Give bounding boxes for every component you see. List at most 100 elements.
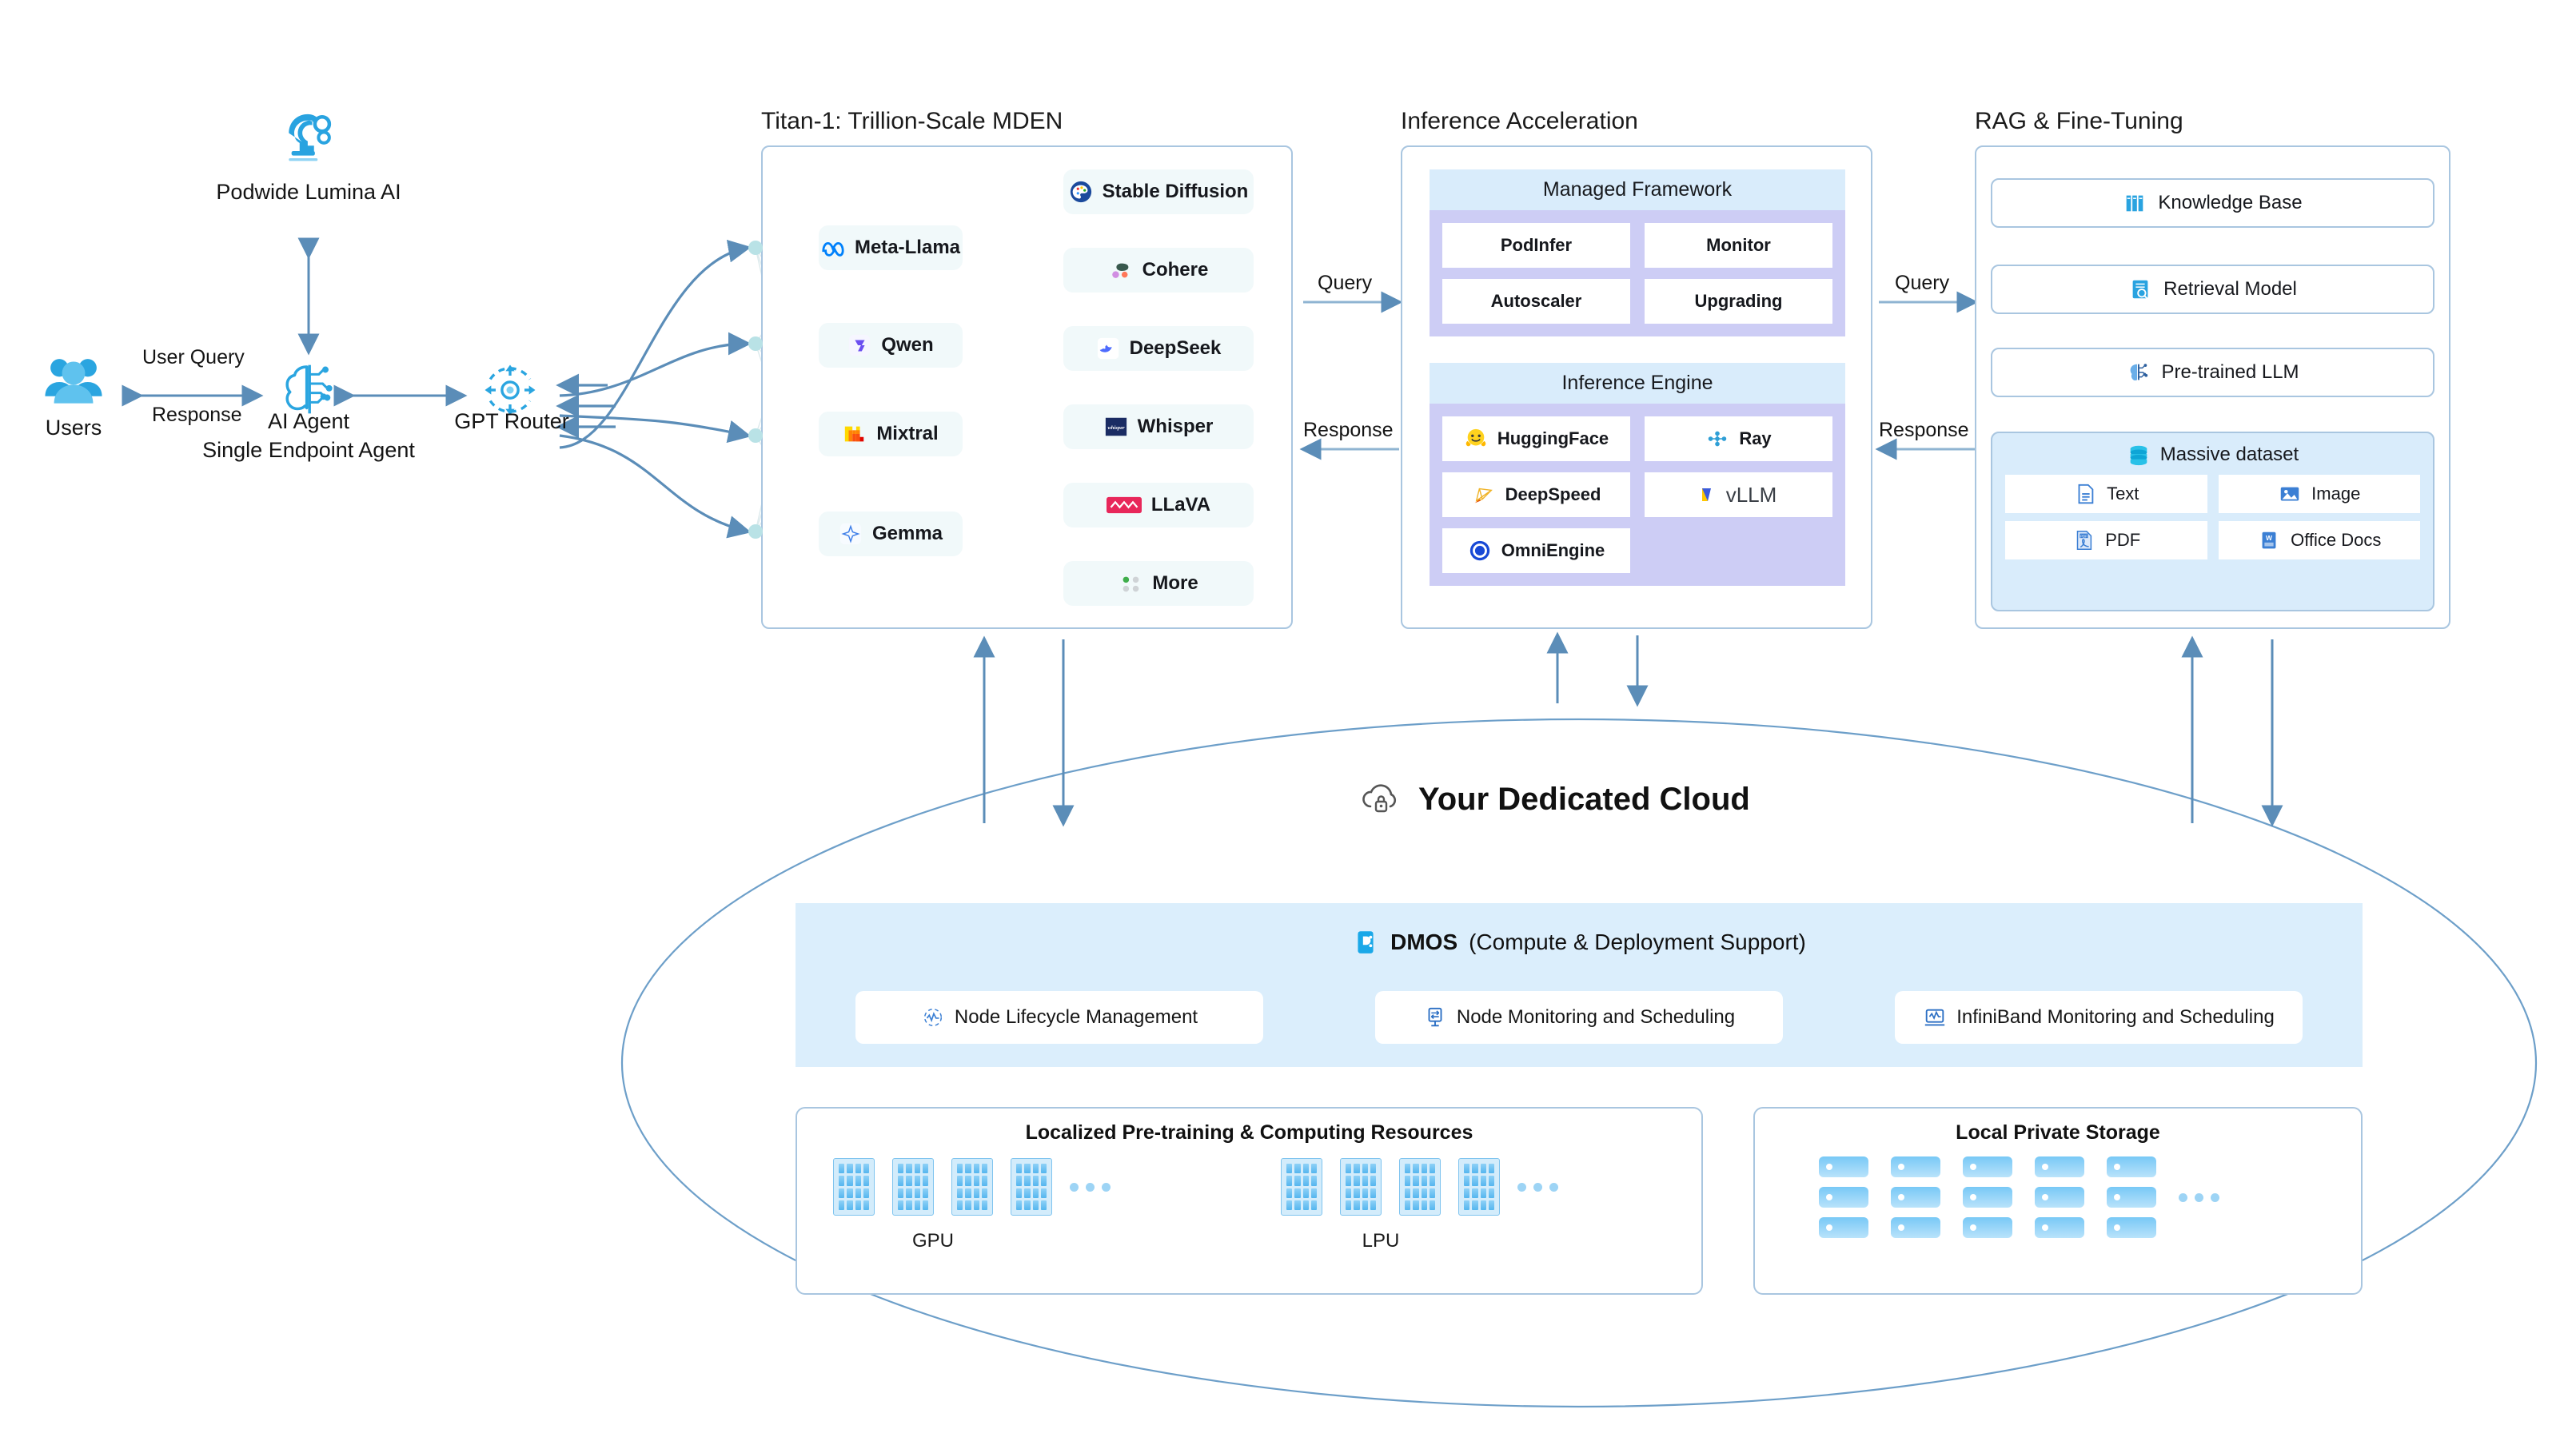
dmos-brand: DMOS <box>1390 930 1457 955</box>
titan-right-model[interactable]: LLaVA <box>1063 483 1254 527</box>
storage-unit <box>1891 1217 1940 1238</box>
titan-left-model[interactable]: Qwen <box>819 323 963 368</box>
dmos-item-label: Node Lifecycle Management <box>955 1006 1198 1029</box>
storage-unit <box>1963 1156 2012 1177</box>
dmos-bar: DMOS (Compute & Deployment Support) Node… <box>796 903 2363 1067</box>
titan-left-model-label: Qwen <box>881 334 933 356</box>
gpu-ellipsis <box>1070 1183 1111 1192</box>
dmos-item-node-lifecycle[interactable]: Node Lifecycle Management <box>855 991 1263 1044</box>
storage-cluster <box>1819 1156 2219 1238</box>
image-file-icon <box>2278 482 2302 506</box>
storage-unit <box>1891 1187 1940 1208</box>
rag-row-label: Retrieval Model <box>2163 278 2297 301</box>
storage-unit <box>1891 1156 1940 1177</box>
dmos-item-node-monitoring[interactable]: Node Monitoring and Scheduling <box>1375 991 1783 1044</box>
infiniband-icon <box>1923 1005 1947 1029</box>
storage-ellipsis <box>2179 1193 2219 1202</box>
storage-unit <box>1819 1187 1868 1208</box>
inference-engine-item[interactable]: Ray <box>1645 416 1832 461</box>
storage-stack <box>2035 1156 2084 1238</box>
stable-diffusion-icon <box>1069 180 1093 204</box>
storage-stack <box>1891 1156 1940 1238</box>
massive-dataset-items: Text Image PDF PDF W Office Doc <box>2005 475 2420 559</box>
users-icon <box>42 353 106 411</box>
gpt-router-label: GPT Router <box>440 409 584 434</box>
titan-right-model-label: Whisper <box>1138 416 1214 438</box>
mistral-icon <box>843 422 867 446</box>
lpu-card <box>1399 1158 1441 1216</box>
section-title-inference: Inference Acceleration <box>1401 108 1638 135</box>
books-icon <box>2123 191 2147 215</box>
dataset-item-label: Image <box>2311 484 2360 504</box>
titan-right-model[interactable]: More <box>1063 561 1254 606</box>
response-label-rag-inference: Response <box>1879 419 1969 442</box>
storage-stack <box>1819 1156 1868 1238</box>
cloud-title: Your Dedicated Cloud <box>1418 782 1750 818</box>
deepspeed-icon <box>1472 483 1496 507</box>
inference-engine-items: HuggingFace Ray DeepSpeed vLLM <box>1430 404 1845 586</box>
router-connector-dot <box>748 524 763 539</box>
lpu-label: LPU <box>1281 1230 1481 1252</box>
titan-left-model[interactable]: Meta-Llama <box>819 225 963 270</box>
managed-framework-item[interactable]: Monitor <box>1645 223 1832 268</box>
meta-icon <box>821 236 845 260</box>
omniengine-icon <box>1468 539 1492 563</box>
titan-right-model[interactable]: DeepSeek <box>1063 326 1254 371</box>
managed-framework-item[interactable]: Upgrading <box>1645 279 1832 324</box>
gpu-card <box>1011 1158 1052 1216</box>
storage-unit <box>2107 1187 2156 1208</box>
dataset-item-pdf[interactable]: PDF PDF <box>2005 521 2207 559</box>
managed-framework-group: Managed Framework PodInfer Monitor Autos… <box>1430 169 1845 336</box>
managed-framework-item[interactable]: Autoscaler <box>1442 279 1630 324</box>
document-search-icon <box>2128 277 2152 301</box>
managed-framework-item[interactable]: PodInfer <box>1442 223 1630 268</box>
titan-right-model-label: DeepSeek <box>1130 337 1222 360</box>
dmos-icon <box>1352 929 1379 956</box>
gpu-label: GPU <box>833 1230 1033 1252</box>
svg-text:W: W <box>2266 534 2272 542</box>
storage-unit <box>2035 1217 2084 1238</box>
dataset-item-image[interactable]: Image <box>2219 475 2421 513</box>
compute-resources-box: Localized Pre-training & Computing Resou… <box>796 1107 1703 1295</box>
router-connector-dot <box>748 428 763 443</box>
managed-framework-items: PodInfer Monitor Autoscaler Upgrading <box>1430 210 1845 336</box>
deepseek-icon <box>1096 336 1120 360</box>
svg-text:PDF: PDF <box>2080 534 2088 538</box>
dmos-item-infiniband[interactable]: InfiniBand Monitoring and Scheduling <box>1895 991 2303 1044</box>
cloud-title-row: Your Dedicated Cloud <box>1359 779 1750 819</box>
more-dots-icon <box>1119 571 1142 595</box>
inference-engine-item-label: Ray <box>1739 428 1771 449</box>
titan-right-model[interactable]: Cohere <box>1063 248 1254 293</box>
titan-left-model[interactable]: Gemma <box>819 512 963 556</box>
dataset-item-text[interactable]: Text <box>2005 475 2207 513</box>
gpu-card <box>833 1158 875 1216</box>
lpu-card <box>1340 1158 1382 1216</box>
titan-right-model[interactable]: Stable Diffusion <box>1063 169 1254 214</box>
text-file-icon <box>2073 482 2097 506</box>
titan-right-model[interactable]: whisper Whisper <box>1063 404 1254 449</box>
rag-row-knowledge-base[interactable]: Knowledge Base <box>1991 178 2434 228</box>
rag-row-pretrained-llm[interactable]: Pre-trained LLM <box>1991 348 2434 397</box>
dataset-item-label: Office Docs <box>2291 530 2381 551</box>
inference-engine-item[interactable]: vLLM <box>1645 472 1832 517</box>
dmos-title-row: DMOS (Compute & Deployment Support) <box>796 929 2363 956</box>
titan-left-model-label: Gemma <box>872 523 943 545</box>
inference-engine-item[interactable]: DeepSpeed <box>1442 472 1630 517</box>
dataset-item-office-docs[interactable]: W Office Docs <box>2219 521 2421 559</box>
rag-row-retrieval-model[interactable]: Retrieval Model <box>1991 265 2434 314</box>
storage-stack <box>1963 1156 2012 1238</box>
section-title-rag: RAG & Fine-Tuning <box>1975 108 2183 135</box>
titan-left-model[interactable]: Mixtral <box>819 412 963 456</box>
lpu-cluster <box>1281 1158 1558 1216</box>
inference-engine-item-label: DeepSpeed <box>1505 484 1601 505</box>
brain-circuit-icon <box>2126 360 2150 384</box>
storage-unit <box>1819 1217 1868 1238</box>
ray-icon <box>1705 427 1729 451</box>
inference-engine-item[interactable]: OmniEngine <box>1442 528 1630 573</box>
node-monitor-icon <box>1423 1005 1447 1029</box>
inference-engine-item[interactable]: HuggingFace <box>1442 416 1630 461</box>
gpu-cluster <box>833 1158 1111 1216</box>
ai-agent-sublabel: Single Endpoint Agent <box>197 438 421 463</box>
titan-panel <box>761 145 1293 629</box>
response-label-inference-titan: Response <box>1303 419 1394 442</box>
